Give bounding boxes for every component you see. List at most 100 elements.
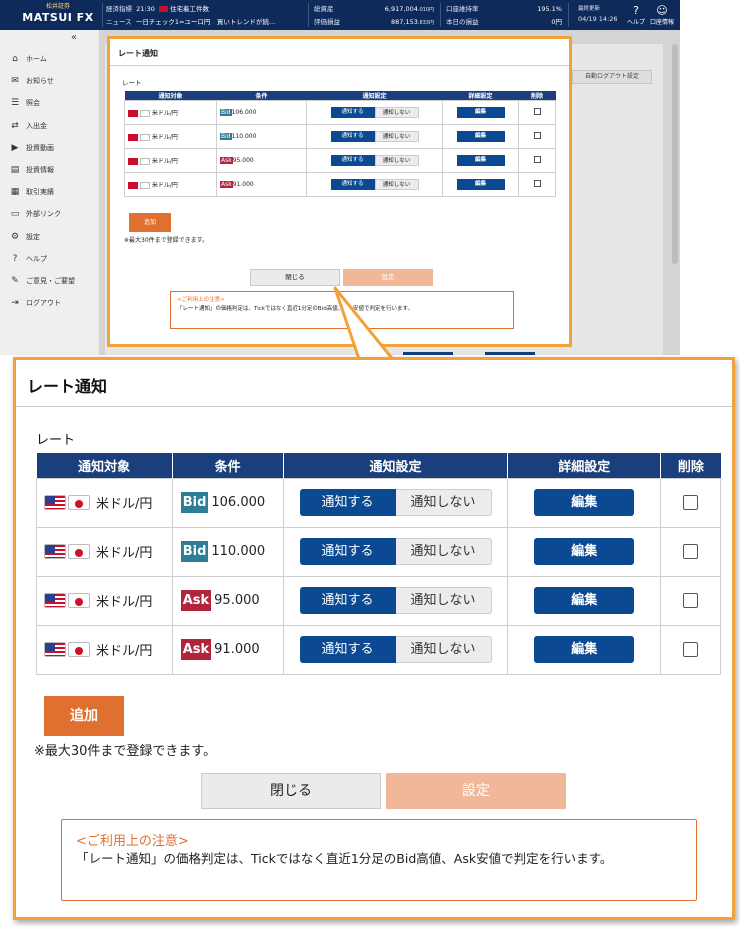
us-flag-icon — [158, 6, 168, 12]
thumbnail-close-button: 閉じる — [250, 269, 340, 286]
thumbnail-row: 米ドル/円 Bid110.000 通知する 通知しない 編集 — [124, 124, 556, 149]
sidebar-item[interactable]: ✎ ご意見・ご要望 — [0, 270, 100, 292]
us-flag-icon — [44, 593, 66, 608]
top-bar: 松井証券 MATSUI FX 経済指標 21:30 住宅着工件数 ニュース 一日… — [0, 0, 680, 30]
delete-checkbox[interactable] — [683, 544, 699, 559]
sidebar-icon: ▦ — [10, 187, 20, 198]
price-side-badge: Ask — [180, 639, 212, 660]
sidebar-item[interactable]: ⚙ 設定 — [0, 226, 100, 248]
sidebar-item[interactable]: ✉ お知らせ — [0, 70, 100, 92]
sidebar-item[interactable]: ⇥ ログアウト — [0, 292, 100, 314]
account-button[interactable]: ☺ 口座情報 — [650, 4, 674, 26]
divider — [102, 3, 103, 27]
column-header-delete: 削除 — [660, 453, 721, 478]
edit-button[interactable]: 編集 — [534, 636, 635, 663]
sidebar-item-label: 照会 — [26, 99, 40, 108]
thumbnail-table: 通知対象 条件 通知設定 詳細設定 削除 米ドル/円 Bid106.000 通知する 通知しな… — [124, 91, 556, 197]
caution-title: <ご利用上の注意> — [76, 834, 189, 849]
limit-note: ※最大30件まで登録できます。 — [34, 744, 217, 759]
thumbnail-row: 米ドル/円 Ask91.000 通知する 通知しない 編集 — [124, 172, 556, 197]
notify-off-button[interactable]: 通知しない — [395, 538, 492, 565]
sidebar-item[interactable]: ⇄ 入出金 — [0, 115, 100, 137]
notify-on-button[interactable]: 通知する — [299, 538, 396, 565]
column-header-detail: 詳細設定 — [507, 453, 662, 478]
scrollbar[interactable] — [672, 44, 678, 264]
collapse-sidebar-button[interactable]: « — [71, 32, 77, 43]
notify-off-button[interactable]: 通知しない — [395, 636, 492, 663]
sidebar-icon: ⚙ — [10, 231, 20, 242]
sidebar-item[interactable]: ▭ 外部リンク — [0, 203, 100, 225]
thumbnail-column-header: 詳細設定 — [442, 91, 519, 101]
delete-cell — [660, 526, 721, 577]
notify-cell: 通知する 通知しない — [282, 477, 509, 528]
thumbnail-column-header: 通知設定 — [306, 91, 443, 101]
price-side-badge: Bid — [180, 541, 209, 562]
app-screenshot: 松井証券 MATSUI FX 経済指標 21:30 住宅着工件数 ニュース 一日… — [0, 0, 680, 355]
notify-on-button[interactable]: 通知する — [299, 636, 396, 663]
currency-pair: 米ドル/円 — [96, 595, 153, 610]
bg-button — [403, 352, 453, 355]
user-icon: ☺ — [656, 4, 668, 17]
sidebar-item-label: 外部リンク — [26, 210, 61, 219]
detail-cell: 編集 — [507, 575, 662, 626]
condition-cell: Ask 95.000 — [171, 575, 284, 626]
margin-ratio: 口座維持率 195.1% — [446, 5, 562, 13]
sidebar-icon: ⇄ — [11, 120, 19, 131]
condition-cell: Ask 91.000 — [171, 624, 284, 675]
sidebar-item[interactable]: ☰ 照会 — [0, 92, 100, 114]
sidebar-item-label: 設定 — [26, 232, 40, 241]
delete-cell — [660, 477, 721, 528]
delete-checkbox[interactable] — [683, 495, 699, 510]
edit-button[interactable]: 編集 — [534, 489, 635, 516]
economic-index[interactable]: 経済指標 21:30 住宅着工件数 — [106, 4, 209, 14]
sidebar-item[interactable]: ▶ 投資動画 — [0, 137, 100, 159]
condition-value: 106.000 — [211, 495, 266, 510]
sidebar-item[interactable]: ▤ 投資情報 — [0, 159, 100, 181]
condition-value: 110.000 — [211, 544, 266, 559]
delete-checkbox[interactable] — [683, 593, 699, 608]
news-ticker[interactable]: ニュース 一日チェック1=ユーロ円 買いトレンドが続… — [106, 17, 275, 27]
table-row: 米ドル/円 Ask 95.000 通知する 通知しない 編集 — [36, 575, 721, 626]
sidebar-item[interactable]: ⌂ ホーム — [0, 48, 100, 70]
thumbnail-column-header: 通知対象 — [124, 91, 217, 101]
divider — [440, 3, 441, 27]
divider — [568, 3, 569, 27]
delete-checkbox[interactable] — [683, 642, 699, 657]
sidebar-icon: ⇥ — [11, 298, 19, 309]
close-button[interactable]: 閉じる — [201, 773, 381, 809]
sidebar-item-label: ログアウト — [26, 299, 61, 308]
condition-cell: Bid 110.000 — [171, 526, 284, 577]
notify-off-button[interactable]: 通知しない — [395, 587, 492, 614]
add-button[interactable]: 追加 — [44, 696, 124, 736]
caution-box: <ご利用上の注意> 「レート通知」の価格判定は、Tickではなく直近1分足のBi… — [61, 819, 697, 901]
sidebar-icon: ☰ — [10, 98, 20, 109]
target-cell: 米ドル/円 — [36, 575, 173, 626]
detail-cell: 編集 — [507, 477, 662, 528]
target-cell: 米ドル/円 — [36, 477, 173, 528]
edit-button[interactable]: 編集 — [534, 538, 635, 565]
set-button[interactable]: 設定 — [386, 773, 566, 809]
thumbnail-title: レート通知 — [110, 39, 569, 66]
sidebar-item[interactable]: ? ヘルプ — [0, 248, 100, 270]
table-row: 米ドル/円 Bid 106.000 通知する 通知しない 編集 — [36, 477, 721, 528]
help-button[interactable]: ? ヘルプ — [624, 4, 648, 26]
thumbnail-add-button: 追加 — [129, 213, 171, 232]
jp-flag-icon — [68, 642, 90, 657]
detail-cell: 編集 — [507, 526, 662, 577]
jp-flag-icon — [68, 593, 90, 608]
sidebar-item-label: ホーム — [26, 55, 47, 64]
sidebar: « ⌂ ホーム ✉ お知らせ ☰ 照会 ⇄ 入出金 ▶ 投資動画 ▤ 投資情報 ▦ 取引実績 ▭ 外部リンク ⚙… — [0, 30, 100, 355]
tab-auto-logout[interactable]: 自動ログアウト設定 — [572, 70, 652, 84]
thumbnail-section: レート — [122, 79, 142, 87]
thumbnail-row: 米ドル/円 Bid106.000 通知する 通知しない 編集 — [124, 100, 556, 125]
divider — [308, 3, 309, 27]
edit-button[interactable]: 編集 — [534, 587, 635, 614]
rate-alert-dialog-thumbnail: レート通知 レート 通知対象 条件 通知設定 詳細設定 削除 米ドル/円 Bid106.0… — [107, 36, 572, 347]
sidebar-item[interactable]: ▦ 取引実績 — [0, 181, 100, 203]
dialog-header: レート通知 — [16, 360, 732, 407]
notify-on-button[interactable]: 通知する — [299, 489, 396, 516]
thumbnail-column-header: 削除 — [518, 91, 556, 101]
brand-logo[interactable]: 松井証券 MATSUI FX — [18, 3, 98, 25]
notify-off-button[interactable]: 通知しない — [395, 489, 492, 516]
notify-on-button[interactable]: 通知する — [299, 587, 396, 614]
